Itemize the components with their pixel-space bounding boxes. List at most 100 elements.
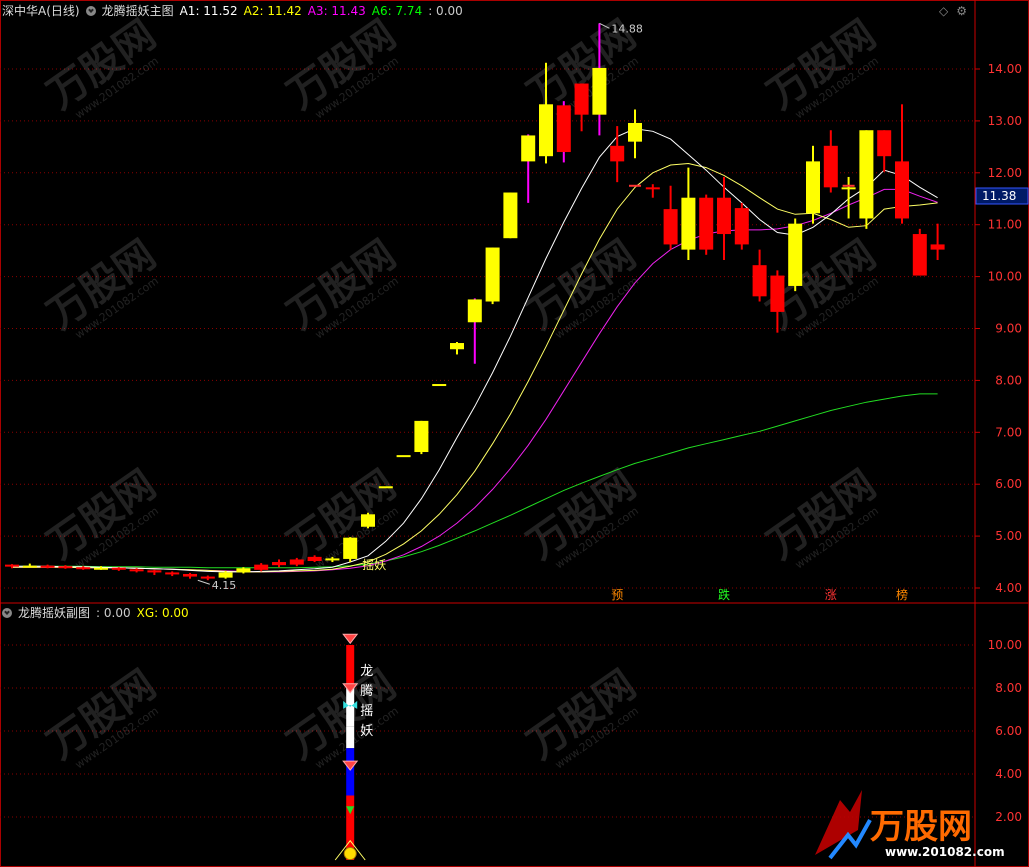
candle — [930, 223, 945, 260]
candle — [877, 130, 892, 172]
sub-vertical-char: 摇 — [360, 704, 373, 719]
logo-brand-text: 万股网 — [870, 807, 972, 847]
marker-label: 涨 — [825, 587, 837, 602]
candle-body — [307, 556, 322, 562]
main-value-0: A1: 11.52 — [179, 4, 238, 18]
candle — [752, 249, 767, 302]
sub-axis: 10.00 8.00 6.00 4.00 2.00 — [988, 638, 1022, 824]
candle-body — [343, 537, 358, 559]
low-pointer — [197, 579, 210, 585]
candle — [361, 512, 375, 529]
watermark-tile: 万股网www.201082.com — [279, 232, 404, 342]
candle — [734, 202, 749, 250]
candle-body — [5, 564, 19, 567]
sub-tick-label: 8.00 — [995, 681, 1022, 695]
sub-grid — [0, 644, 975, 818]
candle-body — [432, 384, 447, 387]
candle — [272, 559, 286, 568]
candle-body — [699, 197, 714, 250]
candle — [788, 218, 803, 292]
candle — [414, 420, 429, 455]
candle-body — [467, 299, 482, 323]
candle-body — [378, 486, 393, 489]
candle-body — [396, 455, 411, 458]
main-value-3: A6: 7.74 — [371, 4, 423, 18]
candle-body — [610, 145, 625, 162]
collapse-icon[interactable] — [2, 608, 12, 618]
price-tick-label: 14.00 — [988, 62, 1022, 76]
candle-body — [325, 558, 340, 561]
sub-bar-segment — [346, 726, 355, 749]
candle-body — [289, 559, 304, 565]
candle-body — [592, 67, 607, 115]
candle — [183, 572, 197, 579]
watermark-tile: 万股网www.201082.com — [759, 462, 884, 572]
coin-icon — [343, 847, 357, 861]
sub-bar-segment — [346, 645, 355, 688]
candle-body — [930, 244, 945, 250]
diamond-icon[interactable]: ◇ — [939, 4, 956, 18]
candle — [912, 228, 927, 276]
candle-body — [76, 567, 91, 570]
candle-body — [556, 105, 571, 153]
candle — [556, 101, 571, 163]
collapse-icon[interactable] — [85, 6, 96, 16]
high-label: 14.88 — [611, 22, 643, 35]
sub-vertical-char: 妖 — [360, 724, 373, 739]
candle-body — [806, 161, 820, 214]
price-tick-label: 4.00 — [995, 581, 1022, 595]
watermark-tile: 万股网www.201082.com — [759, 12, 884, 122]
candle-body — [841, 187, 856, 190]
candle — [485, 247, 500, 305]
window-icons: ◇⚙ — [939, 4, 975, 18]
watermark-tile: 万股网www.201082.com — [519, 462, 644, 572]
price-axis: 14.00 13.00 12.00 11.00 10.00 9.00 8.00 7.00 6.0… — [988, 62, 1022, 595]
indicator-name[interactable]: 龙腾摇妖主图 — [102, 4, 174, 18]
sub-bar-segment — [346, 774, 355, 796]
watermark-tile: 万股网www.201082.com — [519, 662, 644, 772]
candle-body — [503, 192, 518, 239]
candle-body — [752, 265, 767, 297]
candle — [343, 537, 358, 563]
sub-indicator-name[interactable]: 龙腾摇妖副图 — [18, 606, 90, 620]
candle-body — [183, 573, 197, 577]
gear-icon[interactable]: ⚙ — [956, 4, 975, 18]
candle — [663, 185, 678, 250]
candle-body — [734, 208, 749, 245]
candle — [859, 130, 874, 229]
candle-body — [485, 247, 500, 302]
marker-label: 榜 — [896, 587, 908, 602]
sub-vertical-char: 腾 — [360, 683, 373, 699]
main-header: 深中华A(日线) 龙腾摇妖主图 A1: 11.52 A2: 11.42 A3: 11.4… — [2, 1, 475, 21]
candle-body — [859, 130, 874, 219]
candle — [165, 571, 180, 577]
candle-body — [165, 572, 180, 575]
candle — [503, 192, 518, 239]
candle — [147, 569, 162, 576]
sub-vertical-char: 龙 — [360, 664, 373, 679]
candle-body — [147, 570, 162, 573]
market-title[interactable]: 深中华A(日线) — [2, 4, 80, 18]
current-price-tag: 11.38 — [975, 187, 1029, 205]
candle — [22, 563, 37, 568]
diamond-icon — [342, 633, 359, 645]
main-value-1: A2: 11.42 — [243, 4, 302, 18]
price-tick-label: 8.00 — [995, 373, 1022, 387]
candle-body — [94, 567, 108, 570]
current-price-label: 11.38 — [982, 189, 1016, 203]
candle — [699, 194, 714, 255]
price-tick-label: 13.00 — [988, 114, 1022, 128]
watermark-tile: 万股网www.201082.com — [39, 662, 164, 772]
candle — [111, 567, 126, 571]
candle — [645, 184, 660, 198]
watermark-tile: 万股网www.201082.com — [279, 662, 404, 772]
price-tick-label: 5.00 — [995, 529, 1022, 543]
diamond-icon — [342, 760, 359, 771]
candle-body — [218, 572, 233, 578]
candle — [396, 455, 411, 458]
candle — [254, 563, 269, 572]
candle — [574, 83, 589, 132]
candle-body — [895, 161, 909, 219]
candle — [521, 134, 536, 203]
price-tick-label: 11.00 — [988, 218, 1022, 232]
